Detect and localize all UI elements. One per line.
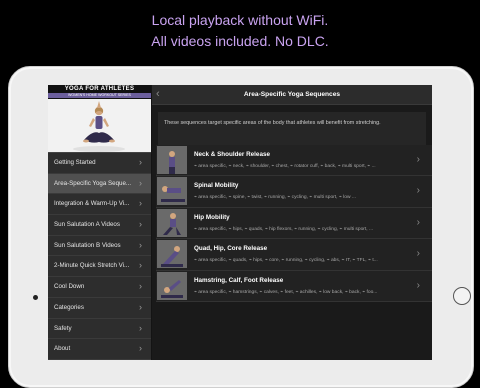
chevron-right-icon: › <box>139 322 142 333</box>
yoga-model-illustration <box>48 99 151 152</box>
sequence-tags: ⌁ area specific, ⌁ quads, ⌁ hips, ⌁ core… <box>194 258 378 264</box>
sequence-title: Spinal Mobility <box>194 182 239 190</box>
chevron-right-icon: › <box>139 343 142 354</box>
app-logo-banner: YOGA FOR ATHLETES WOMEN'S HOME WORKOUT S… <box>48 85 151 99</box>
promo-line-2: All videos included. No DLC. <box>151 33 329 49</box>
sidebar-item-label: Integration & Warm-Up Vi... <box>54 200 130 208</box>
chevron-right-icon: › <box>416 185 420 197</box>
sequence-title: Quad, Hip, Core Release <box>194 245 268 253</box>
chevron-right-icon: › <box>139 239 142 250</box>
sequence-tags: ⌁ area specific, ⌁ neck, ⌁ shoulder, ⌁ c… <box>194 164 376 169</box>
home-button[interactable] <box>453 287 471 305</box>
sidebar-item-getting-started[interactable]: Getting Started › <box>48 153 151 174</box>
hero-image <box>48 99 151 153</box>
sidebar-item-sun-salutation-a[interactable]: Sun Salutation A Videos › <box>48 215 151 236</box>
chevron-right-icon: › <box>416 248 420 260</box>
chevron-right-icon: › <box>416 154 420 165</box>
chevron-right-icon: › <box>139 198 142 209</box>
chevron-right-icon: › <box>139 260 142 271</box>
sidebar-item-label: Getting Started <box>54 159 96 166</box>
chevron-right-icon: › <box>416 279 420 291</box>
sidebar-item-label: Sun Salutation B Videos <box>54 241 121 249</box>
sequence-title: Neck & Shoulder Release <box>194 151 270 158</box>
sequence-thumbnail <box>157 146 187 174</box>
chevron-right-icon: › <box>139 281 142 292</box>
sidebar-item-label: Cool Down <box>54 283 85 291</box>
sequence-row-hamstring-calf-foot[interactable]: Hamstring, Calf, Foot Release ⌁ area spe… <box>156 270 432 302</box>
sidebar-item-label: 2-Minute Quick Stretch Vi... <box>54 262 130 270</box>
sidebar-item-label: Sun Salutation A Videos <box>54 221 120 229</box>
sequence-thumbnail <box>157 240 187 269</box>
sidebar-item-integration-warmup[interactable]: Integration & Warm-Up Vi... › <box>48 194 151 216</box>
chevron-right-icon: › <box>139 177 142 188</box>
sequence-row-hip-mobility[interactable]: Hip Mobility ⌁ area specific, ⌁ hips, ⌁ … <box>156 207 432 240</box>
sequence-title: Hip Mobility <box>194 213 230 221</box>
app-logo-title: YOGA FOR ATHLETES <box>64 86 135 92</box>
app-screen: YOGA FOR ATHLETES WOMEN'S HOME WORKOUT S… <box>48 85 432 360</box>
sequence-row-neck-shoulder[interactable]: Neck & Shoulder Release ⌁ area specific,… <box>156 145 432 177</box>
sequence-thumbnail <box>157 208 187 237</box>
intro-text: These sequences target specific areas of… <box>158 112 426 145</box>
sidebar-item-quick-stretch[interactable]: 2-Minute Quick Stretch Vi... › <box>48 256 151 278</box>
sidebar-item-area-specific[interactable]: Area-Specific Yoga Seque... › <box>48 173 151 195</box>
chevron-right-icon: › <box>416 216 420 228</box>
chevron-right-icon: › <box>139 157 142 167</box>
app-logo-subtitle: WOMEN'S HOME WORKOUT SERIES <box>48 93 151 98</box>
sidebar-item-sun-salutation-b[interactable]: Sun Salutation B Videos › <box>48 236 151 257</box>
sequence-row-quad-hip-core[interactable]: Quad, Hip, Core Release ⌁ area specific,… <box>156 239 432 271</box>
sidebar-item-safety[interactable]: Safety › <box>48 319 151 340</box>
sequence-list: Neck & Shoulder Release ⌁ area specific,… <box>156 145 432 302</box>
page-title: Area-Specific Yoga Sequences <box>243 91 341 98</box>
chevron-right-icon: › <box>139 301 142 312</box>
chevron-right-icon: › <box>139 219 142 230</box>
camera-icon <box>33 295 38 300</box>
promo-line-1: Local playback without WiFi. <box>151 12 329 28</box>
sequence-tags: ⌁ area specific, ⌁ spine, ⌁ twist, ⌁ run… <box>194 195 356 201</box>
sequence-row-spinal-mobility[interactable]: Spinal Mobility ⌁ area specific, ⌁ spine… <box>156 176 432 208</box>
sidebar-nav: Getting Started › Area-Specific Yoga Seq… <box>48 153 151 360</box>
sidebar-item-about[interactable]: About › <box>48 339 151 360</box>
sequence-tags: ⌁ area specific, ⌁ hamstrings, ⌁ calves,… <box>194 289 378 295</box>
sequence-tags: ⌁ area specific, ⌁ hips, ⌁ quads, ⌁ hip … <box>194 226 374 232</box>
sidebar-item-cool-down[interactable]: Cool Down › <box>48 277 151 298</box>
nav-bar: ‹ Area-Specific Yoga Sequences <box>152 85 432 105</box>
sidebar-item-label: Safety <box>54 324 72 332</box>
sidebar-item-label: Categories <box>54 303 84 311</box>
main-panel: ‹ Area-Specific Yoga Sequences These seq… <box>152 85 432 360</box>
sidebar: YOGA FOR ATHLETES WOMEN'S HOME WORKOUT S… <box>48 85 151 360</box>
sequence-thumbnail <box>157 177 187 206</box>
sidebar-item-categories[interactable]: Categories › <box>48 298 151 319</box>
sidebar-item-label: Area-Specific Yoga Seque... <box>54 179 132 187</box>
sidebar-item-label: About <box>54 345 71 353</box>
sequence-thumbnail <box>157 271 187 300</box>
sequence-title: Hamstring, Calf, Foot Release <box>194 276 284 284</box>
